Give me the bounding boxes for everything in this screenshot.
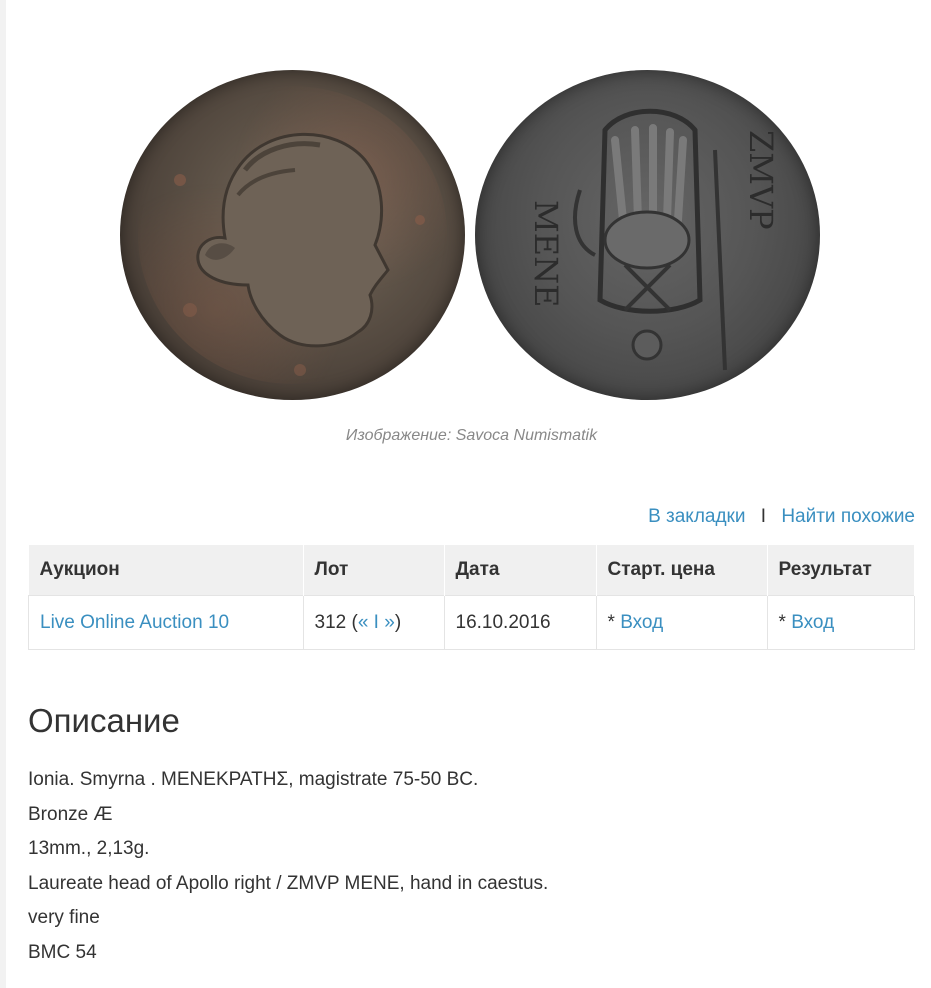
bookmark-link[interactable]: В закладки: [648, 506, 745, 527]
description-line: very fine: [28, 907, 100, 928]
auction-link[interactable]: Live Online Auction 10: [40, 612, 229, 633]
description-line: 13mm., 2,13g.: [28, 838, 150, 859]
description-line: Ionia. Smyrna . MENEKPATHΣ, magistrate 7…: [28, 769, 479, 790]
item-actions: В закладки I Найти похожие: [648, 506, 915, 528]
coin-obverse-image: [120, 70, 465, 400]
header-auction: Аукцион: [28, 545, 304, 596]
lot-nav-close: ): [394, 611, 402, 633]
cell-auction: Live Online Auction 10: [28, 595, 304, 650]
description-body: Ionia. Smyrna . MENEKPATHΣ, magistrate 7…: [28, 763, 548, 970]
table-row: Live Online Auction 10 312 (« I ») 16.10…: [28, 595, 915, 650]
hand-in-caestus-icon: MENE ZMVP: [527, 108, 780, 371]
cell-result: * Вход: [766, 595, 915, 650]
description-line: BMC 54: [28, 941, 97, 963]
apollo-head-icon: [174, 132, 425, 376]
image-caption: Изображение: Savoca Numismatik: [345, 427, 598, 444]
cell-lot: 312 (« I »): [302, 595, 445, 650]
header-date: Дата: [444, 545, 597, 596]
auction-table: Аукцион Лот Дата Старт. цена Результат L…: [28, 545, 915, 650]
result-login-link[interactable]: Вход: [791, 612, 834, 633]
table-header-row: Аукцион Лот Дата Старт. цена Результат: [28, 545, 915, 596]
header-result: Результат: [767, 545, 915, 596]
result-prefix: *: [778, 611, 792, 633]
lot-number: 312: [314, 611, 347, 633]
svg-text:MENE: MENE: [527, 200, 565, 307]
next-lot-link[interactable]: »: [384, 612, 395, 633]
lot-nav-separator: I: [368, 611, 385, 633]
cell-date: 16.10.2016: [443, 595, 597, 650]
coin-image[interactable]: MENE ZMVP: [0, 0, 931, 420]
start-price-prefix: *: [607, 611, 621, 633]
description-heading: Описание: [28, 702, 180, 739]
previous-lot-link[interactable]: «: [358, 612, 369, 633]
actions-separator: I: [760, 506, 767, 527]
description-line: Laureate head of Apollo right / ZMVP MEN…: [28, 872, 549, 894]
find-similar-link[interactable]: Найти похожие: [781, 506, 915, 527]
header-lot: Лот: [303, 545, 445, 596]
cell-start-price: * Вход: [595, 595, 768, 650]
coin-reverse-image: MENE ZMVP: [475, 70, 820, 400]
svg-text:ZMVP: ZMVP: [742, 130, 780, 230]
description-line: Bronze Æ: [28, 803, 113, 825]
start-price-login-link[interactable]: Вход: [620, 612, 663, 633]
header-start-price: Старт. цена: [596, 545, 768, 596]
